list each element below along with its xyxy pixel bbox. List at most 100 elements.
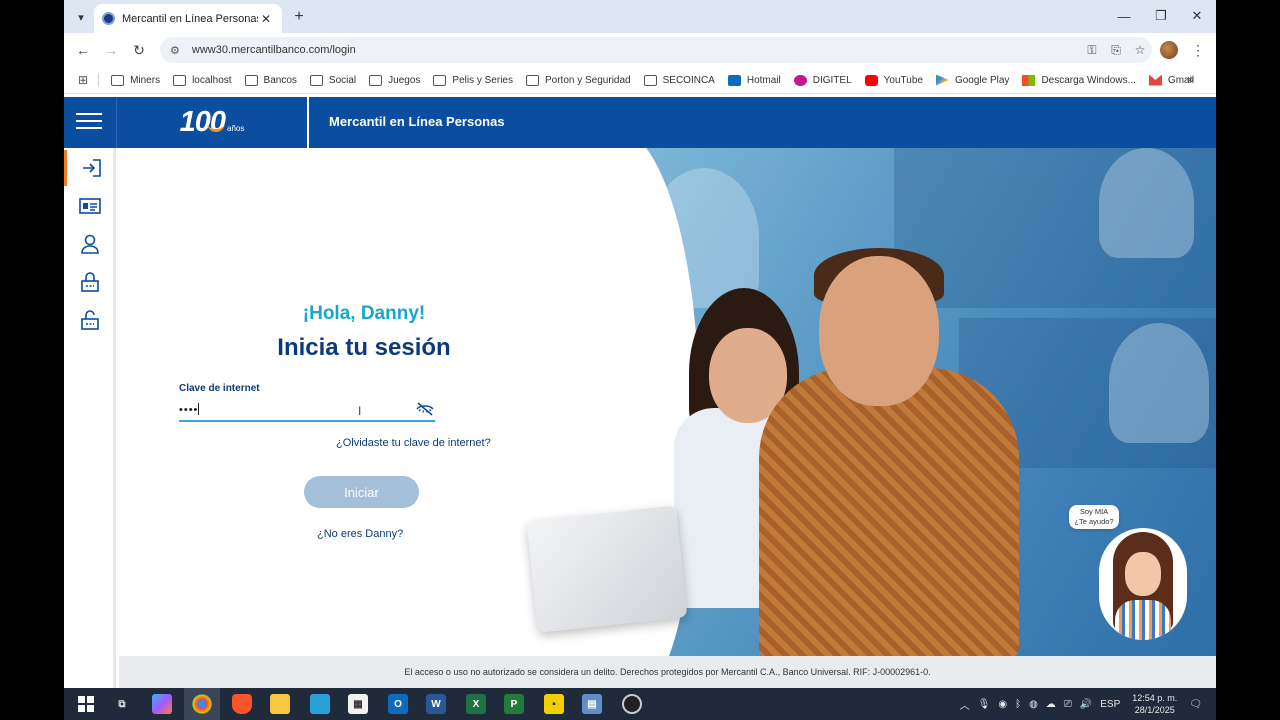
bookmark-item[interactable]: localhost: [173, 74, 232, 86]
password-input[interactable]: ••••: [179, 400, 435, 422]
task-view-icon[interactable]: ⧉: [112, 694, 132, 714]
url-text[interactable]: www30.mercantilbanco.com/login: [192, 44, 1080, 56]
sticky-notes-icon[interactable]: ▪: [544, 694, 564, 714]
remote-desktop-icon[interactable]: [310, 694, 330, 714]
digitel-icon: [793, 74, 807, 86]
bookmark-label: Descarga Windows...: [1041, 74, 1136, 86]
folder-icon: [173, 74, 187, 86]
assistant-bubble[interactable]: Soy MIA ¿Te ayudo?: [1069, 505, 1119, 529]
tab-search-button[interactable]: ▾: [70, 6, 92, 28]
bookmark-label: Social: [328, 74, 357, 86]
notifications-icon[interactable]: 🗨: [1189, 699, 1202, 710]
main-content: Soy MIA ¿Te ayudo? ¡Hola, Danny! Inicia …: [119, 148, 1216, 656]
rail-unlock-item[interactable]: [64, 302, 116, 338]
rail-lock-item[interactable]: [64, 264, 116, 300]
hide-password-icon[interactable]: [415, 401, 435, 417]
not-you-link[interactable]: ¿No eres Danny?: [317, 528, 403, 540]
new-tab-button[interactable]: +: [288, 6, 310, 28]
login-title: Inicia tu sesión: [277, 334, 451, 361]
install-app-icon[interactable]: ⎘: [1104, 43, 1128, 58]
profile-avatar[interactable]: [1160, 41, 1178, 59]
forgot-password-link[interactable]: ¿Olvidaste tu clave de internet?: [336, 437, 491, 449]
tray-app-icon[interactable]: ◍: [1029, 699, 1038, 710]
logo-years: años: [227, 124, 245, 133]
bookmark-label: DIGITEL: [812, 74, 852, 86]
youtube-icon: [864, 74, 878, 86]
project-icon[interactable]: P: [504, 694, 524, 714]
mouse-ibeam-cursor: I: [358, 404, 362, 418]
bookmark-item[interactable]: Hotmail: [727, 74, 781, 86]
address-bar[interactable]: ⚙ www30.mercantilbanco.com/login ⚿ ⎘ ☆: [160, 37, 1152, 63]
hamburger-menu-icon[interactable]: [76, 113, 102, 133]
microphone-icon[interactable]: 🎙: [978, 699, 991, 710]
bookmark-star-icon[interactable]: ☆: [1128, 43, 1152, 57]
bookmark-item[interactable]: SECOINCA: [643, 74, 715, 86]
chrome-icon[interactable]: [192, 694, 212, 714]
mercantil-100-logo[interactable]: 100 años: [116, 97, 309, 148]
bookmark-label: Google Play: [954, 74, 1010, 86]
more-bookmarks-button[interactable]: »: [1187, 72, 1194, 86]
rail-login-item[interactable]: [64, 150, 116, 186]
folder-icon: [369, 74, 383, 86]
rail-user-item[interactable]: [64, 226, 116, 262]
bookmark-item[interactable]: Juegos: [369, 74, 420, 86]
windows-start-icon[interactable]: [76, 694, 96, 714]
minimize-button[interactable]: —: [1109, 6, 1139, 26]
folder-icon: [525, 74, 539, 86]
file-explorer-icon[interactable]: [270, 694, 290, 714]
bookmark-item[interactable]: DIGITEL: [793, 74, 852, 86]
bookmark-label: SECOINCA: [662, 74, 715, 86]
brave-icon[interactable]: [232, 694, 252, 714]
copilot-icon[interactable]: [152, 694, 172, 714]
man-figure: [759, 368, 1019, 656]
language-indicator[interactable]: ESP: [1100, 699, 1120, 710]
browser-menu-icon[interactable]: ⋮: [1190, 41, 1206, 59]
user-icon: [81, 234, 99, 254]
recorder-icon[interactable]: [622, 694, 642, 714]
browser-toolbar: ← → ↻ ⚙ www30.mercantilbanco.com/login ⚿…: [64, 33, 1216, 67]
bookmark-label: YouTube: [883, 74, 923, 86]
folder-icon: [111, 74, 125, 86]
assistant-bubble-line1: Soy MIA: [1079, 507, 1109, 516]
bookmark-item[interactable]: Bancos: [244, 74, 297, 86]
login-button[interactable]: Iniciar: [304, 476, 419, 508]
back-icon[interactable]: ←: [72, 40, 94, 60]
browser-tab[interactable]: Mercantil en Línea Personas ✕: [94, 4, 282, 33]
tray-app-icon[interactable]: ◉: [998, 699, 1007, 710]
clock-date: 28/1/2025: [1134, 705, 1175, 715]
bookmark-item[interactable]: Pelis y Series: [433, 74, 513, 86]
reload-icon[interactable]: ↻: [128, 40, 150, 60]
bookmark-item[interactable]: Miners: [111, 74, 161, 86]
bookmark-label: Miners: [130, 74, 161, 86]
forward-icon[interactable]: →: [100, 40, 122, 60]
site-info-icon[interactable]: ⚙: [170, 44, 180, 57]
close-window-button[interactable]: ✕: [1182, 6, 1212, 26]
close-tab-icon[interactable]: ✕: [258, 12, 274, 26]
rail-card-item[interactable]: [64, 188, 116, 224]
assistant-avatar[interactable]: [1099, 528, 1187, 640]
password-value[interactable]: ••••: [179, 404, 198, 416]
network-tool-icon[interactable]: ▤: [582, 694, 602, 714]
site-header: 100 años Mercantil en Línea Personas: [64, 97, 1216, 148]
tray-overflow-icon[interactable]: ︿: [960, 697, 970, 712]
bookmarks-bar: ⊞ Miners localhost Bancos Social Juegos Pelis…: [64, 67, 1216, 94]
bookmark-item[interactable]: Porton y Seguridad: [525, 74, 631, 86]
cloud-icon[interactable]: ☁: [1046, 699, 1056, 710]
excel-icon[interactable]: X: [466, 694, 486, 714]
volume-icon[interactable]: 🔊: [1080, 699, 1092, 710]
bluetooth-icon[interactable]: ᛒ: [1015, 699, 1021, 710]
clock-time: 12:54 p. m.: [1132, 693, 1178, 703]
outlook-icon[interactable]: O: [388, 694, 408, 714]
bookmark-item[interactable]: Descarga Windows...: [1022, 74, 1136, 86]
bookmark-item[interactable]: YouTube: [864, 74, 923, 86]
network-icon[interactable]: ⎚: [1064, 699, 1072, 710]
clock[interactable]: 12:54 p. m. 28/1/2025: [1132, 692, 1177, 716]
bookmark-item[interactable]: Social: [309, 74, 357, 86]
bookmark-item[interactable]: Google Play: [935, 74, 1010, 86]
greeting-text: ¡Hola, Danny!: [302, 303, 426, 324]
word-icon[interactable]: W: [426, 694, 446, 714]
restore-button[interactable]: ❐: [1146, 6, 1176, 26]
store-icon[interactable]: ▦: [348, 694, 368, 714]
apps-grid-icon[interactable]: ⊞: [78, 73, 88, 87]
password-key-icon[interactable]: ⚿: [1080, 43, 1104, 58]
